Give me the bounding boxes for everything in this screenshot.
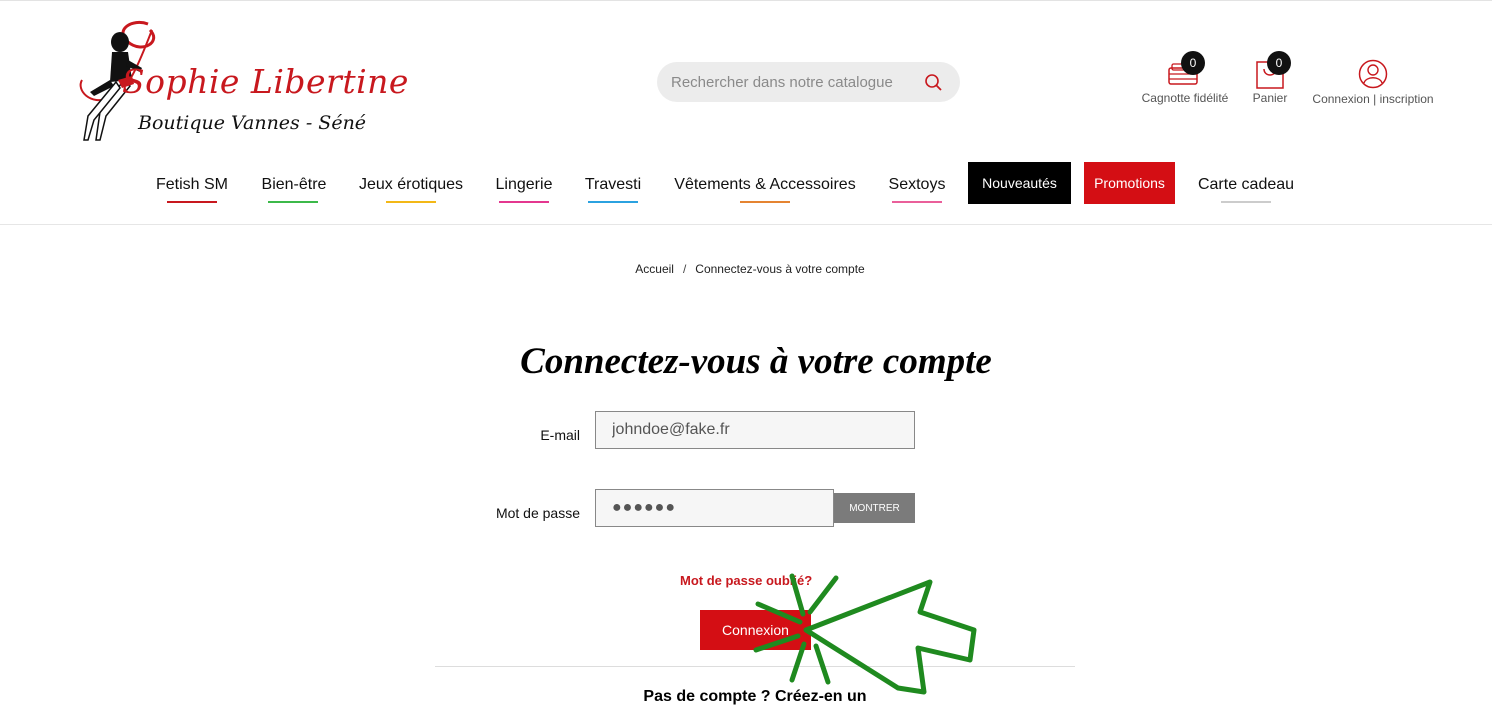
- nav-bien-etre[interactable]: Bien-être: [258, 162, 330, 206]
- nav-underline: [1221, 201, 1271, 203]
- nav-label: Lingerie: [495, 176, 553, 193]
- nav-vetements-accessoires[interactable]: Vêtements & Accessoires: [670, 162, 860, 206]
- user-icon: [1307, 58, 1439, 89]
- nav-nouveautes[interactable]: Nouveautés: [968, 162, 1071, 204]
- nav-sextoys[interactable]: Sextoys: [884, 162, 950, 206]
- nav-label: Bien-être: [261, 176, 327, 193]
- nav-label: Travesti: [584, 176, 642, 193]
- cart-count-badge: 0: [1267, 51, 1291, 75]
- page-title: Connectez-vous à votre compte: [520, 341, 992, 382]
- nav-label: Jeux érotiques: [358, 176, 464, 193]
- nav-lingerie[interactable]: Lingerie: [491, 162, 557, 206]
- search-bar: [657, 62, 960, 102]
- password-field[interactable]: [595, 489, 834, 527]
- nav-label: Vêtements & Accessoires: [674, 176, 856, 193]
- logo-subtitle: Boutique Vannes - Séné: [138, 112, 367, 134]
- nav-underline: [167, 201, 217, 203]
- nav-label: Fetish SM: [155, 176, 228, 193]
- email-field[interactable]: [595, 411, 915, 449]
- nav-underline: [499, 201, 549, 203]
- login-button[interactable]: Connexion: [700, 610, 811, 650]
- account-link[interactable]: Connexion | inscription: [1307, 58, 1439, 106]
- logo-title: Sophie Libertine: [122, 62, 409, 101]
- nav-underline: [386, 201, 436, 203]
- email-label: E-mail: [540, 427, 580, 443]
- nav-underline: [740, 201, 790, 203]
- nav-jeux-erotiques[interactable]: Jeux érotiques: [355, 162, 467, 206]
- show-password-button[interactable]: MONTRER: [834, 493, 915, 523]
- site-logo[interactable]: Sophie Libertine Boutique Vannes - Séné: [70, 20, 408, 145]
- forgot-password-link[interactable]: Mot de passe oublié?: [680, 573, 812, 588]
- breadcrumb-separator: /: [682, 262, 687, 276]
- loyalty-count-badge: 0: [1181, 51, 1205, 75]
- nav-underline: [892, 201, 942, 203]
- nav-travesti[interactable]: Travesti: [581, 162, 645, 206]
- nav-carte-cadeau[interactable]: Carte cadeau: [1193, 162, 1299, 206]
- nav-underline: [268, 201, 318, 203]
- nav-fetish-sm[interactable]: Fetish SM: [152, 162, 232, 206]
- header-divider: [0, 224, 1492, 225]
- loyalty-label: Cagnotte fidélité: [1141, 91, 1229, 105]
- form-divider: [435, 666, 1075, 667]
- create-account-link[interactable]: Pas de compte ? Créez-en un: [0, 688, 1492, 706]
- nav-promotions[interactable]: Promotions: [1084, 162, 1175, 204]
- nav-label: Carte cadeau: [1197, 176, 1295, 193]
- password-label: Mot de passe: [495, 505, 580, 521]
- breadcrumb: Accueil / Connectez-vous à votre compte: [0, 262, 1492, 276]
- cart-label: Panier: [1252, 91, 1288, 105]
- top-border: [0, 0, 1492, 1]
- breadcrumb-home[interactable]: Accueil: [635, 262, 674, 276]
- search-icon[interactable]: [924, 73, 944, 93]
- account-label: Connexion | inscription: [1312, 92, 1434, 106]
- nav-underline: [588, 201, 638, 203]
- breadcrumb-current: Connectez-vous à votre compte: [695, 262, 865, 276]
- search-input[interactable]: [671, 70, 911, 94]
- nav-label: Sextoys: [888, 176, 946, 193]
